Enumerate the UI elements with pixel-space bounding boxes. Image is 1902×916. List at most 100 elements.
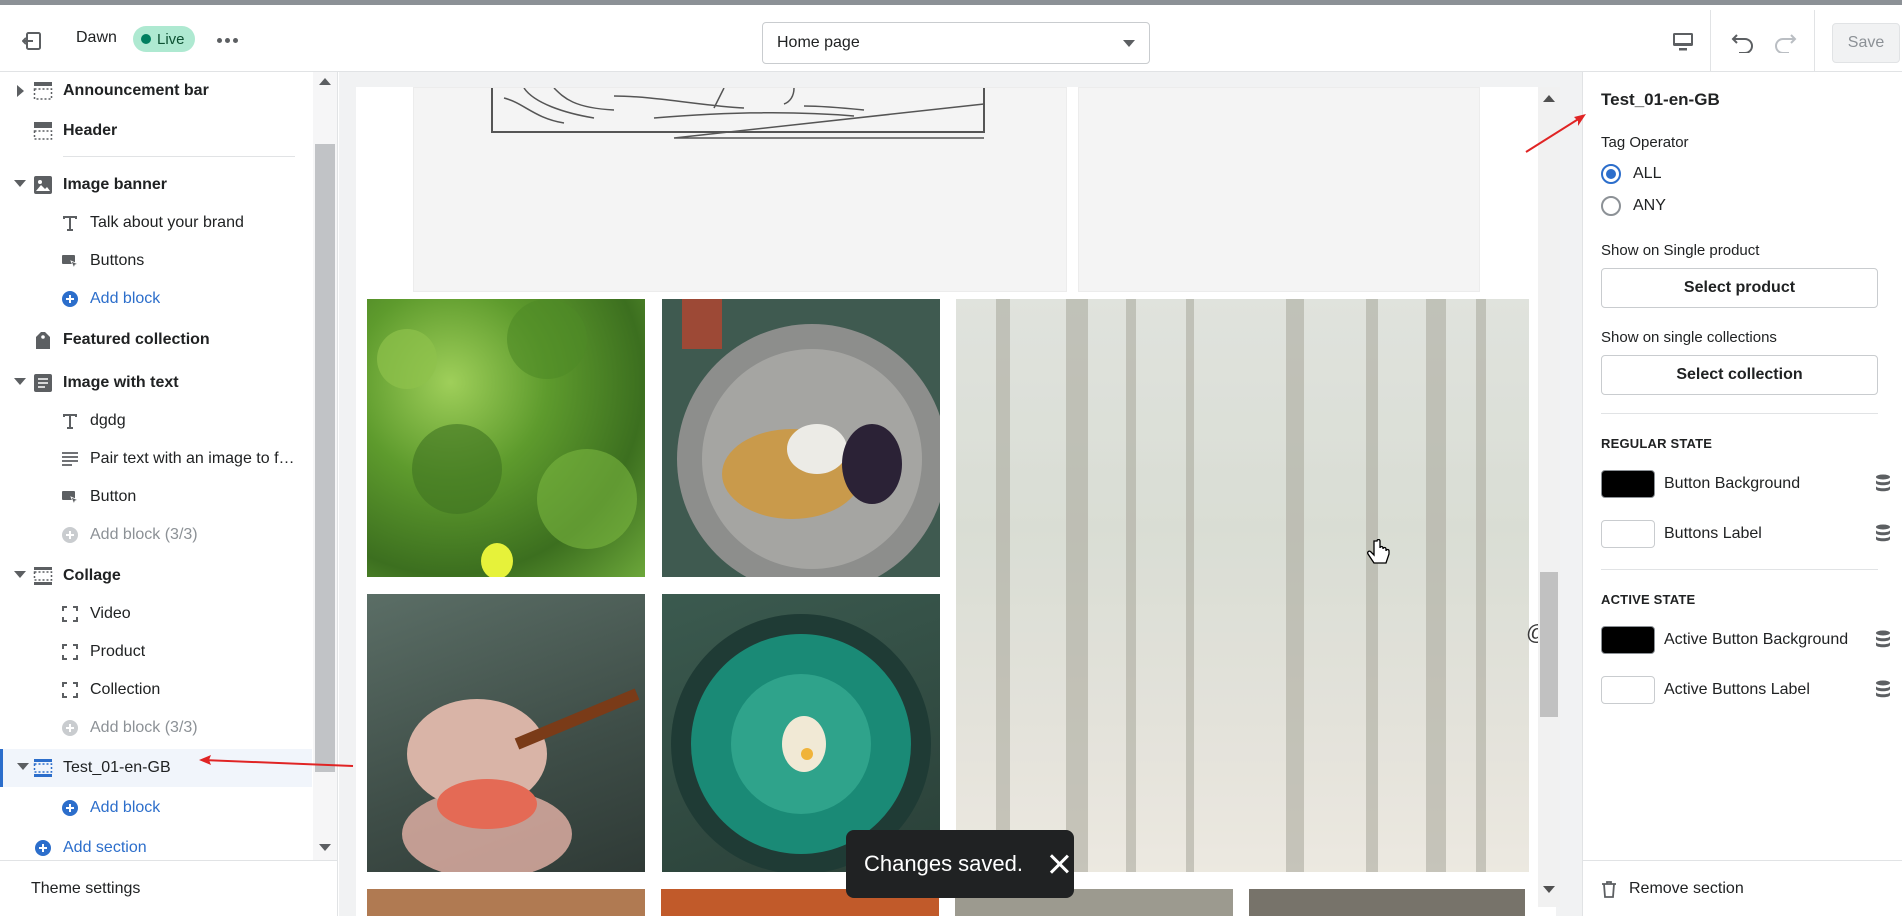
close-icon[interactable] (1047, 852, 1071, 876)
single-product-label: Show on Single product (1601, 242, 1760, 259)
sidebar-scrollbar-thumb[interactable] (315, 144, 335, 772)
chevron-right-icon[interactable] (17, 85, 24, 97)
text-icon (59, 212, 81, 234)
section-settings-panel: Test_01-en-GB Tag Operator ALL ANY Show … (1582, 72, 1902, 916)
sidebar-item-label: Image with text (63, 374, 179, 391)
active-buttons-label-setting[interactable]: Active Buttons Label (1601, 676, 1891, 704)
ugc-photo-forest[interactable] (956, 299, 1529, 872)
live-badge: Live (133, 26, 195, 52)
collage-tile (1078, 87, 1480, 292)
text-icon (59, 410, 81, 432)
divider (1601, 413, 1878, 414)
add-block-label: Add block (90, 799, 161, 816)
desktop-preview-button[interactable] (1666, 25, 1700, 59)
sidebar-item-image-banner[interactable]: Image banner (0, 166, 312, 204)
color-swatch[interactable] (1601, 520, 1655, 548)
sections-sidebar: Announcement bar Header Image banner Tal… (0, 72, 338, 916)
toast-message: Changes saved. (864, 851, 1023, 876)
placeholder-illustration (491, 88, 985, 139)
scroll-down-icon[interactable] (319, 844, 331, 851)
sidebar-item-test-01-en-gb[interactable]: Test_01-en-GB (0, 749, 312, 787)
button-icon (59, 250, 81, 272)
page-select-value: Home page (777, 34, 860, 51)
divider (1601, 569, 1878, 570)
more-actions-button[interactable] (214, 27, 240, 53)
radio-all[interactable]: ALL (1601, 164, 1661, 184)
chevron-down-icon[interactable] (14, 180, 26, 187)
scroll-up-icon[interactable] (1543, 95, 1555, 102)
store-preview[interactable]: @flowboxdev (356, 87, 1556, 916)
database-icon[interactable] (1875, 630, 1891, 650)
regular-state-heading: REGULAR STATE (1601, 436, 1713, 451)
desktop-preview-icon (1673, 33, 1693, 51)
radio-unchecked-icon[interactable] (1601, 196, 1621, 216)
database-icon[interactable] (1875, 680, 1891, 700)
block-item-dgdg[interactable]: dgdg (0, 402, 312, 440)
block-item-label: Pair text with an image to fo... (90, 450, 300, 467)
page-select[interactable]: Home page (762, 22, 1150, 64)
radio-label: ANY (1633, 197, 1666, 214)
ugc-photo-dish[interactable] (662, 299, 940, 577)
block-item-talk-about-brand[interactable]: Talk about your brand (0, 204, 312, 242)
sidebar-item-header[interactable]: Header (0, 112, 312, 150)
toolbar-divider (1710, 10, 1711, 71)
chevron-down-icon[interactable] (17, 763, 29, 770)
sidebar-item-featured-collection[interactable]: Featured collection (0, 321, 312, 359)
preview-scrollbar-thumb[interactable] (1540, 572, 1558, 717)
undo-button[interactable] (1726, 25, 1760, 59)
trash-icon (1602, 880, 1616, 898)
section-tree: Announcement bar Header Image banner Tal… (0, 72, 312, 860)
collage-tile (413, 87, 1067, 292)
sidebar-item-announcement-bar[interactable]: Announcement bar (0, 72, 312, 110)
exit-icon (22, 32, 41, 50)
select-product-button[interactable]: Select product (1601, 268, 1878, 308)
ugc-photo-plants[interactable] (367, 299, 645, 577)
setting-label: Active Buttons Label (1664, 681, 1810, 698)
block-item-product[interactable]: Product (0, 633, 312, 671)
sidebar-item-collage[interactable]: Collage (0, 557, 312, 595)
setting-label: Active Button Background (1664, 631, 1849, 648)
theme-settings-button[interactable]: Theme settings (0, 860, 337, 916)
radio-checked-icon[interactable] (1601, 164, 1621, 184)
image-text-icon (32, 372, 54, 394)
remove-section-button[interactable]: Remove section (1583, 860, 1902, 916)
exit-button[interactable] (14, 23, 50, 59)
ugc-photo-spoon[interactable] (367, 594, 645, 872)
active-button-background-setting[interactable]: Active Button Background (1601, 626, 1891, 654)
color-swatch[interactable] (1601, 626, 1655, 654)
block-item-button[interactable]: Button (0, 478, 312, 516)
block-item-label: Collection (90, 681, 161, 698)
save-button[interactable]: Save (1832, 23, 1900, 63)
database-icon[interactable] (1875, 524, 1891, 544)
frame-icon (59, 641, 81, 663)
color-swatch[interactable] (1601, 470, 1655, 498)
radio-any[interactable]: ANY (1601, 196, 1666, 216)
block-item-pair-text[interactable]: Pair text with an image to fo... (0, 440, 312, 478)
add-section-button[interactable]: Add section (0, 829, 312, 860)
block-item-collection[interactable]: Collection (0, 671, 312, 709)
block-item-video[interactable]: Video (0, 595, 312, 633)
scroll-up-icon[interactable] (319, 78, 331, 85)
pointer-hand-icon (1367, 539, 1390, 564)
redo-button[interactable] (1768, 25, 1802, 59)
database-icon[interactable] (1875, 474, 1891, 494)
add-block-button[interactable]: Add block (0, 280, 312, 318)
color-swatch[interactable] (1601, 676, 1655, 704)
scroll-down-icon[interactable] (1543, 886, 1555, 893)
block-item-label: Video (90, 605, 131, 622)
select-collection-button[interactable]: Select collection (1601, 355, 1878, 395)
ugc-photo[interactable] (1249, 889, 1525, 916)
tag-operator-label: Tag Operator (1601, 134, 1689, 151)
buttons-label-setting[interactable]: Buttons Label (1601, 520, 1891, 548)
ugc-photo[interactable] (367, 889, 645, 916)
button-background-setting[interactable]: Button Background (1601, 470, 1891, 498)
chevron-down-icon[interactable] (14, 378, 26, 385)
chevron-down-icon[interactable] (14, 571, 26, 578)
section-icon (32, 120, 54, 142)
add-block-button[interactable]: Add block (0, 789, 312, 827)
add-block-disabled: Add block (3/3) (0, 709, 312, 747)
plus-circle-icon (59, 524, 81, 546)
block-item-buttons[interactable]: Buttons (0, 242, 312, 280)
sidebar-item-image-with-text[interactable]: Image with text (0, 364, 312, 402)
preview-scrollbar[interactable] (1538, 87, 1560, 907)
